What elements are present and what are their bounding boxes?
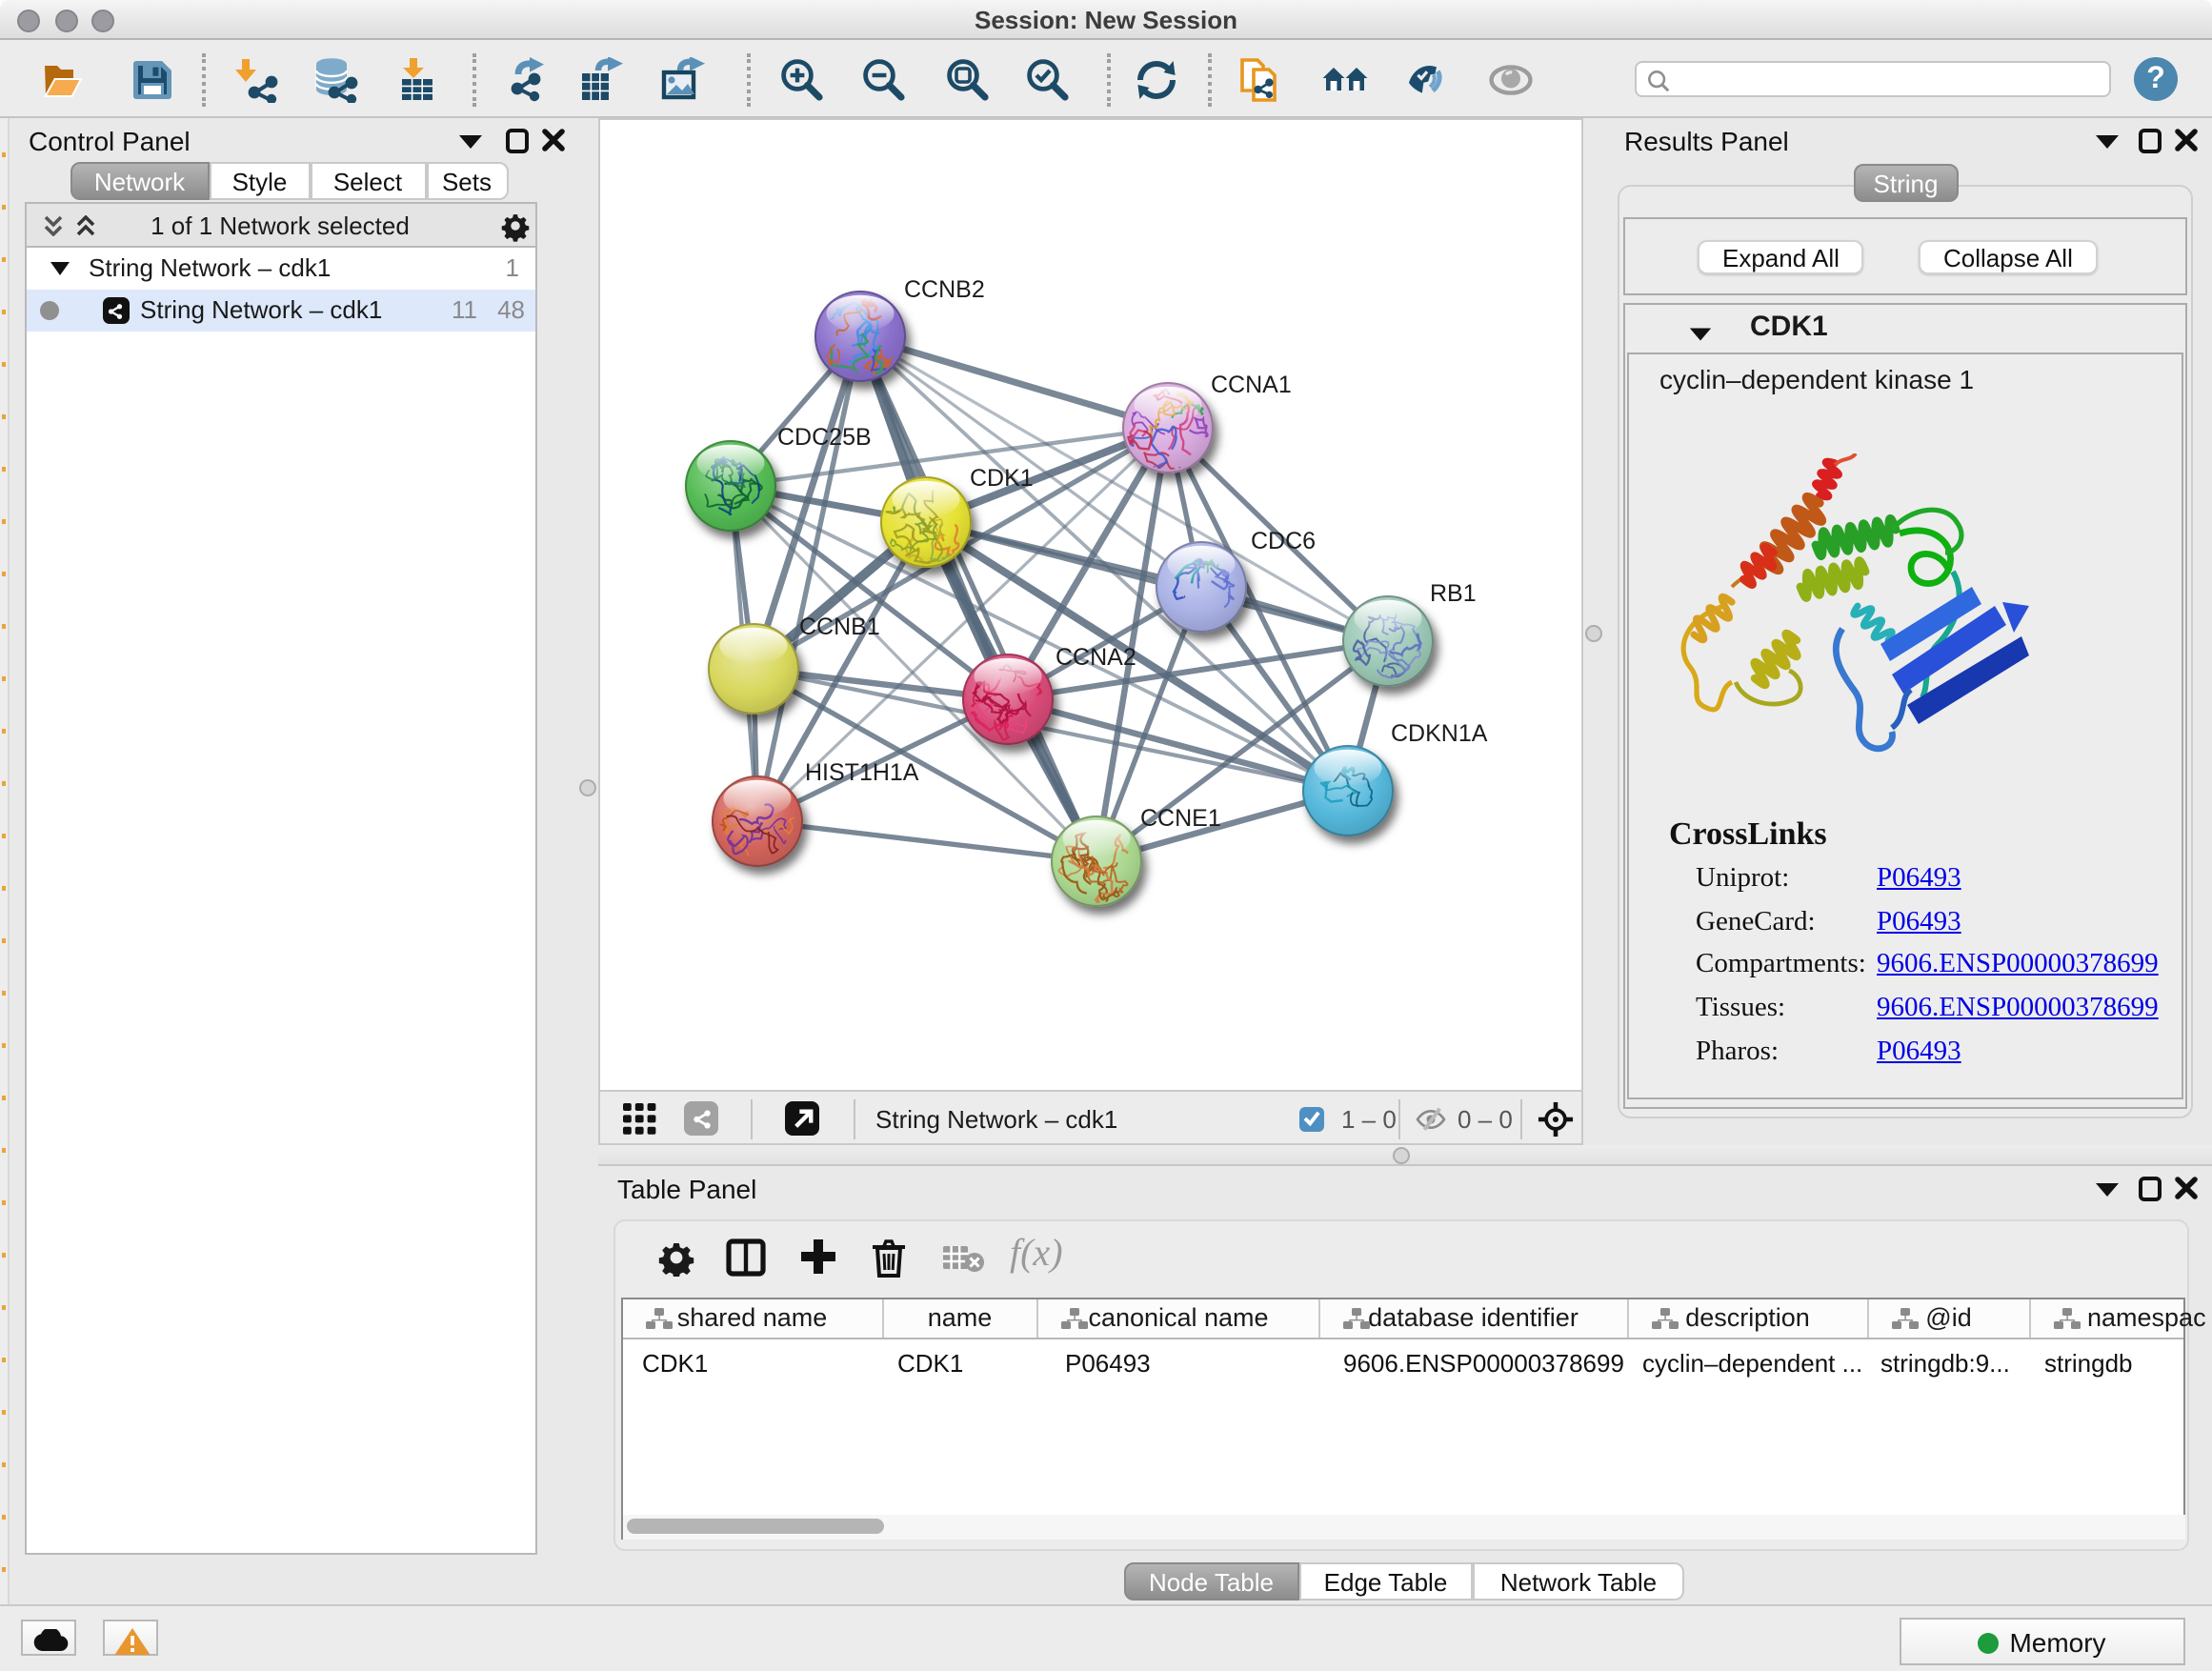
svg-text:HIST1H1A: HIST1H1A <box>805 759 919 786</box>
svg-text:CCNB1: CCNB1 <box>799 614 880 640</box>
svg-text:CCNE1: CCNE1 <box>1140 805 1221 832</box>
svg-text:CDC25B: CDC25B <box>777 424 872 451</box>
svg-text:CCNA2: CCNA2 <box>1056 644 1136 671</box>
svg-text:CCNB2: CCNB2 <box>904 276 985 303</box>
svg-text:RB1: RB1 <box>1430 580 1477 607</box>
svg-text:CCNA1: CCNA1 <box>1211 372 1292 398</box>
svg-text:CDC6: CDC6 <box>1251 528 1316 554</box>
svg-text:CDK1: CDK1 <box>970 465 1034 492</box>
svg-text:CDKN1A: CDKN1A <box>1391 720 1488 747</box>
